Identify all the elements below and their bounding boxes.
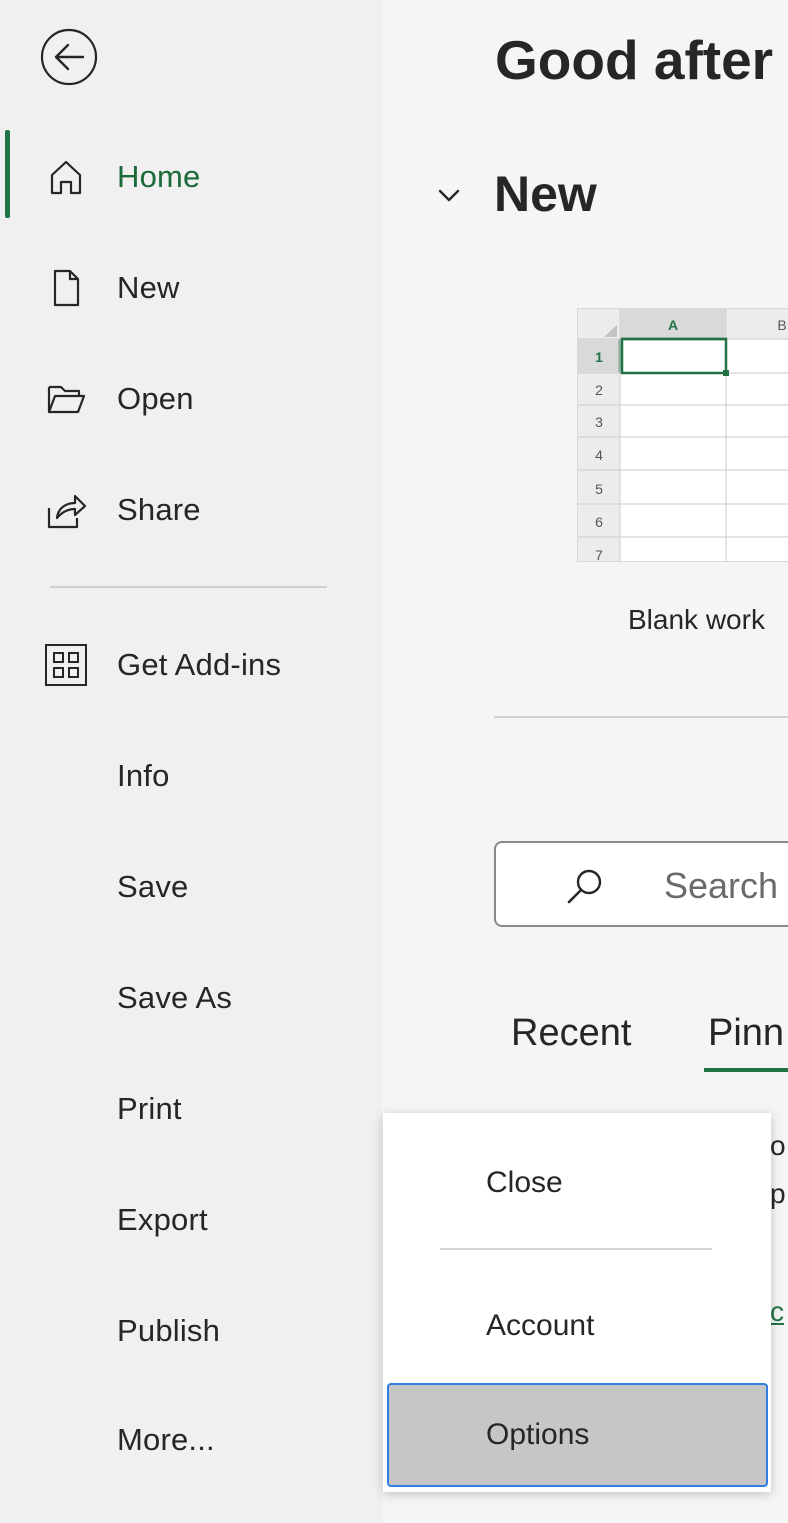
sidebar-item-home[interactable]: Home (0, 137, 382, 217)
sidebar-item-label: Get Add-ins (117, 647, 282, 682)
sidebar-item-new[interactable]: New (0, 248, 382, 328)
sidebar-item-publish[interactable]: Publish (0, 1291, 382, 1371)
back-arrow-icon (40, 28, 98, 86)
sidebar-item-share[interactable]: Share (0, 470, 382, 550)
row-header-1: 1 (595, 349, 603, 365)
section-divider (494, 716, 788, 718)
sidebar-item-label: More... (117, 1422, 215, 1457)
back-button[interactable] (40, 28, 98, 86)
row-header-7: 7 (595, 547, 603, 562)
sidebar-divider (50, 586, 327, 588)
share-icon (44, 488, 88, 532)
open-folder-icon (44, 377, 88, 421)
active-tab-underline (704, 1068, 788, 1072)
sidebar-item-label: Export (117, 1202, 208, 1237)
sidebar-item-label: Save (117, 869, 189, 904)
row-header-3: 3 (595, 414, 603, 430)
menu-item-options[interactable]: Options (387, 1383, 768, 1487)
sidebar-item-label: Home (117, 159, 201, 194)
search-input[interactable]: Search (494, 841, 788, 927)
menu-divider (440, 1248, 712, 1250)
menu-item-label: Close (486, 1166, 563, 1199)
new-document-icon (44, 266, 88, 310)
sidebar-item-more[interactable]: More... (0, 1400, 382, 1480)
sidebar-item-label: Print (117, 1091, 182, 1126)
spreadsheet-grid: A B 1 2 3 4 5 6 7 (578, 309, 788, 562)
sidebar-item-label: Open (117, 381, 194, 416)
sidebar-item-info[interactable]: Info (0, 736, 382, 816)
tab-pinned[interactable]: Pinn (708, 1012, 784, 1055)
sidebar-item-label: Share (117, 492, 201, 527)
blank-workbook-thumbnail[interactable]: A B 1 2 3 4 5 6 7 (577, 308, 788, 562)
clipped-text-fragment: o (770, 1130, 786, 1161)
blank-workbook-label[interactable]: Blank work (628, 604, 765, 636)
column-header-a: A (668, 317, 678, 333)
sidebar-item-save[interactable]: Save (0, 847, 382, 927)
clipped-link-fragment[interactable]: c (770, 1296, 784, 1328)
sidebar-item-label: Info (117, 758, 170, 793)
home-icon (44, 155, 88, 199)
sidebar-item-label: Publish (117, 1313, 221, 1348)
chevron-down-icon[interactable] (432, 178, 466, 212)
search-icon (567, 869, 602, 904)
menu-item-close[interactable]: Close (383, 1133, 771, 1233)
row-header-6: 6 (595, 514, 603, 530)
column-header-b: B (777, 317, 786, 333)
menu-item-label: Account (486, 1309, 595, 1342)
backstage-sidebar: Home New Open Share Get Add-ins Info Sav… (0, 0, 382, 1523)
row-header-2: 2 (595, 382, 603, 398)
tab-recent[interactable]: Recent (511, 1012, 631, 1055)
menu-item-label: Options (486, 1418, 590, 1451)
more-options-popup-menu: Close Account Options (383, 1113, 771, 1492)
sidebar-item-open[interactable]: Open (0, 359, 382, 439)
sidebar-item-export[interactable]: Export (0, 1180, 382, 1260)
sidebar-item-save-as[interactable]: Save As (0, 958, 382, 1038)
clipped-text-fragment: p (770, 1178, 786, 1209)
row-header-5: 5 (595, 481, 603, 497)
sidebar-item-label: New (117, 270, 180, 305)
sidebar-item-get-add-ins[interactable]: Get Add-ins (0, 625, 382, 705)
greeting-heading: Good after (495, 29, 774, 91)
section-title-new: New (494, 166, 597, 222)
menu-item-account[interactable]: Account (383, 1278, 771, 1374)
sidebar-item-print[interactable]: Print (0, 1069, 382, 1149)
row-header-4: 4 (595, 447, 603, 463)
add-ins-icon (44, 643, 88, 687)
sidebar-item-label: Save As (117, 980, 233, 1015)
search-placeholder: Search (664, 865, 779, 906)
